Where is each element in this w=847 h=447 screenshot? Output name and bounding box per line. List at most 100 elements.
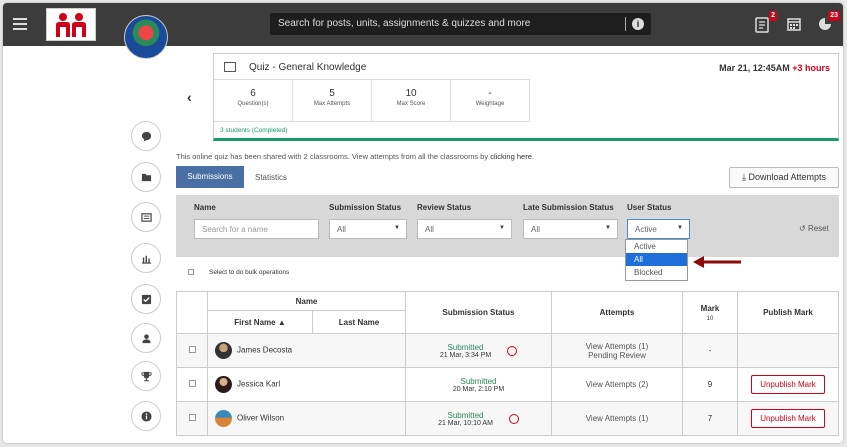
status-text: Submitted — [447, 342, 484, 352]
calendar-icon[interactable] — [787, 17, 803, 33]
select-value: Active — [635, 225, 657, 234]
submission-status-cell: Submitted 21 Mar, 10:10 AM — [405, 401, 552, 436]
row-checkbox[interactable] — [188, 346, 196, 353]
search-bar[interactable]: Search for posts, units, assignments & q… — [270, 13, 651, 35]
option-all[interactable]: All — [626, 253, 687, 266]
clicking-here-link[interactable]: clicking here. — [490, 152, 534, 161]
unpublish-mark-button[interactable]: Unpublish Mark — [751, 409, 825, 428]
status-text: Submitted — [460, 376, 497, 386]
option-blocked[interactable]: Blocked — [626, 266, 687, 279]
completed-count[interactable]: 3 students (Completed) — [220, 127, 288, 134]
view-attempts-link[interactable]: View Attempts (2) — [552, 380, 682, 389]
name-header: Name — [207, 291, 406, 311]
sort-up-icon: ▲ — [277, 317, 286, 327]
submission-status-label: Submission Status — [329, 203, 402, 212]
profile-avatar[interactable] — [124, 15, 168, 59]
notification-badge: 23 — [828, 11, 840, 21]
last-name-header[interactable]: Last Name — [312, 310, 406, 334]
row-checkbox[interactable] — [188, 414, 196, 421]
status-text: Submitted — [447, 410, 484, 420]
table-row: Oliver Wilson Submitted 21 Mar, 10:10 AM … — [176, 401, 839, 436]
stat-value: 6 — [250, 88, 256, 99]
submission-status-cell: Submitted 21 Mar, 3:34 PM — [405, 333, 552, 368]
shared-notice: This online quiz has been shared with 2 … — [176, 152, 534, 161]
menu-icon[interactable] — [13, 18, 27, 30]
select-value: All — [425, 225, 434, 234]
name-search-input[interactable]: Search for a name — [194, 219, 319, 239]
units-icon[interactable] — [131, 202, 161, 232]
trophy-icon[interactable] — [131, 361, 161, 391]
student-name[interactable]: Oliver Wilson — [237, 414, 284, 423]
table-row: James Decosta Submitted 21 Mar, 3:34 PM V… — [176, 333, 839, 368]
submission-status-header: Submission Status — [405, 291, 552, 334]
publish-mark-header: Publish Mark — [737, 291, 839, 334]
assignment-icon[interactable]: 2 — [755, 11, 777, 33]
student-name-cell: Oliver Wilson — [207, 401, 406, 436]
download-label: Download Attempts — [748, 172, 827, 182]
reset-button[interactable]: ↺ Reset — [799, 224, 829, 233]
review-status-label: Review Status — [417, 203, 472, 212]
chart-icon[interactable] — [131, 243, 161, 273]
student-name[interactable]: James Decosta — [237, 346, 292, 355]
submission-date: 20 Mar, 2:10 PM — [452, 385, 505, 393]
quiz-stats: 6 Question(s) 5 Max Attempts 10 Max Score -… — [214, 79, 530, 122]
check-icon[interactable] — [131, 284, 161, 314]
filter-panel: Name Search for a name Submission Status… — [176, 195, 839, 257]
publish-cell: Unpublish Mark — [737, 401, 839, 436]
unpublish-mark-button[interactable]: Unpublish Mark — [751, 375, 825, 394]
stat-label: Max Score — [396, 101, 426, 107]
late-submission-select[interactable]: All ▼ — [523, 219, 618, 239]
user-status-select[interactable]: Active ▼ — [627, 219, 690, 239]
student-name-cell: James Decosta — [207, 333, 406, 368]
user-status-dropdown: Active All Blocked — [625, 239, 688, 281]
bulk-select-checkbox[interactable] — [188, 269, 194, 275]
mark-cell: 7 — [682, 401, 738, 436]
submission-status-select[interactable]: All ▼ — [329, 219, 407, 239]
first-name-header[interactable]: First Name ▲ — [207, 310, 313, 334]
row-checkbox[interactable] — [188, 380, 196, 387]
late-submission-label: Late Submission Status — [523, 203, 614, 212]
avatar — [215, 342, 232, 359]
user-icon[interactable] — [131, 323, 161, 353]
app-window: Search for posts, units, assignments & q… — [3, 3, 843, 443]
stat-label: Weightage — [475, 101, 505, 107]
download-attempts-button[interactable]: ⤓ Download Attempts — [729, 167, 839, 188]
submission-status-cell: Submitted 20 Mar, 2:10 PM — [405, 367, 552, 402]
attempts-header: Attempts — [551, 291, 683, 334]
table-row: Jessica Karl Submitted 20 Mar, 2:10 PM Vi… — [176, 367, 839, 402]
tab-submissions[interactable]: Submissions — [176, 166, 244, 188]
stat-label: Max Attempts — [313, 101, 351, 107]
logo[interactable] — [46, 8, 96, 41]
search-divider — [625, 17, 626, 31]
select-value: All — [337, 225, 346, 234]
option-active[interactable]: Active — [626, 240, 687, 253]
select-column-header — [176, 291, 208, 334]
submission-date: 21 Mar, 3:34 PM — [439, 351, 492, 359]
shared-text: This online quiz has been shared with 2 … — [176, 152, 489, 161]
attempts-cell: View Attempts (2) — [551, 367, 683, 402]
mark-max: 10 — [706, 315, 714, 322]
attempts-cell: View Attempts (1) Pending Review — [551, 333, 683, 368]
quiz-title: Quiz - General Knowledge — [249, 62, 367, 73]
view-attempts-link[interactable]: View Attempts (1) — [552, 342, 682, 351]
attempts-cell: View Attempts (1) — [551, 401, 683, 436]
stat-max-score: 10 Max Score — [372, 80, 451, 121]
info-icon[interactable] — [131, 401, 161, 431]
review-status-select[interactable]: All ▼ — [417, 219, 512, 239]
chat-icon[interactable] — [131, 121, 161, 151]
due-date-text: Mar 21, 12:45AM — [719, 63, 790, 73]
chevron-down-icon: ▼ — [677, 225, 683, 231]
quiz-card: Quiz - General Knowledge Mar 21, 12:45AM… — [213, 53, 839, 141]
search-info-icon[interactable]: i — [632, 18, 644, 30]
late-clock-icon — [507, 345, 518, 356]
tab-statistics[interactable]: Statistics — [255, 173, 287, 182]
back-arrow-icon[interactable]: ‹ — [187, 89, 192, 105]
search-input[interactable]: Search for posts, units, assignments & q… — [278, 18, 530, 29]
folder-icon[interactable] — [131, 162, 161, 192]
late-indicator: +3 hours — [792, 63, 830, 73]
mark-cell: - — [682, 333, 738, 368]
notification-icon[interactable]: 23 — [818, 11, 840, 33]
publish-cell — [737, 333, 839, 368]
student-name[interactable]: Jessica Karl — [237, 380, 280, 389]
view-attempts-link[interactable]: View Attempts (1) — [552, 414, 682, 423]
